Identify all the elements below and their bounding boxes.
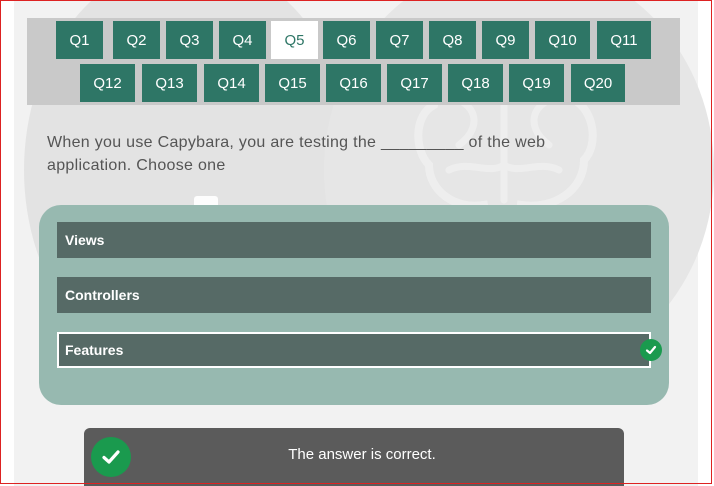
question-button-q9[interactable]: Q9 [482, 21, 529, 59]
check-icon [640, 339, 662, 361]
question-button-q20[interactable]: Q20 [571, 64, 625, 102]
option-label: Controllers [65, 287, 140, 303]
question-button-q13[interactable]: Q13 [142, 64, 197, 102]
question-button-q15[interactable]: Q15 [265, 64, 320, 102]
question-button-q14[interactable]: Q14 [204, 64, 259, 102]
question-button-q16[interactable]: Q16 [326, 64, 381, 102]
question-button-q3[interactable]: Q3 [166, 21, 213, 59]
answer-options: Views Controllers Features [39, 205, 669, 405]
question-button-q7[interactable]: Q7 [376, 21, 423, 59]
option-features[interactable]: Features [57, 332, 662, 368]
question-navigation: Q1 Q2 Q3 Q4 Q5 Q6 Q7 Q8 Q9 Q10 Q11 Q12 Q13 Q14 Q15 Q16 Q… [27, 18, 680, 105]
question-button-q8[interactable]: Q8 [429, 21, 476, 59]
option-views[interactable]: Views [57, 222, 651, 258]
option-label: Views [65, 232, 105, 248]
question-button-q4[interactable]: Q4 [219, 21, 266, 59]
feedback-text: The answer is correct. [288, 446, 436, 463]
question-button-q18[interactable]: Q18 [448, 64, 503, 102]
question-button-q10[interactable]: Q10 [535, 21, 590, 59]
question-button-q6[interactable]: Q6 [323, 21, 370, 59]
option-label: Features [65, 342, 124, 358]
feedback-banner: The answer is correct. [84, 428, 624, 486]
question-button-q17[interactable]: Q17 [387, 64, 442, 102]
question-button-q12[interactable]: Q12 [80, 64, 135, 102]
question-text: When you use Capybara, you are testing t… [47, 134, 546, 174]
question-button-q11[interactable]: Q11 [597, 21, 651, 59]
question-button-q5[interactable]: Q5 [271, 21, 318, 59]
question-button-q2[interactable]: Q2 [113, 21, 160, 59]
option-controllers[interactable]: Controllers [57, 277, 651, 313]
question-button-q1[interactable]: Q1 [56, 21, 103, 59]
question-button-q19[interactable]: Q19 [509, 64, 564, 102]
